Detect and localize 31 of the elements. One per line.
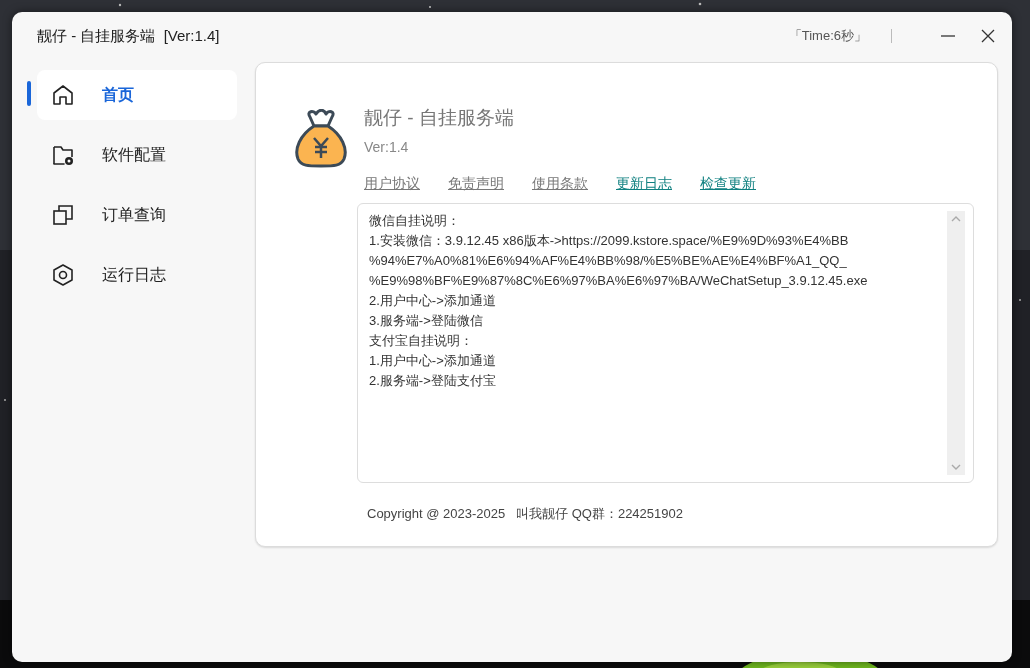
text-line: 微信自挂说明： [369,212,461,230]
copy-icon [51,203,75,227]
link[interactable]: 用户协议 [364,175,420,193]
text-line: %E9%98%BF%E9%87%8C%E6%97%BA%E6%97%BA/WeChatSetup_3.9.12.45.exe [369,272,869,290]
close-icon[interactable] [980,28,996,44]
text-line: 1.用户中心->添加通道 [369,352,497,370]
timer-label: 「Time:6秒」 [788,27,867,45]
version-label: Ver:1.4 [364,139,410,155]
text-line: 3.服务端->登陆微信 [369,312,484,330]
hexagon-icon [51,263,75,287]
sidebar-item[interactable]: 订单查询 [37,190,237,240]
link[interactable]: 检查更新 [700,175,756,193]
text-line: 1.安装微信：3.9.12.45 x86版本->https://2099.kstore.space/%E9%9D%93%E4%BB [369,232,850,250]
link[interactable]: 使用条款 [532,175,588,193]
copyright-text: Copyright @ 2023-2025 叫我靓仔 QQ群：224251902 [367,505,684,523]
selection-indicator [27,81,31,106]
text-line: 支付宝自挂说明： [369,332,474,350]
window-title: 靓仔 - 自挂服务端 [Ver:1.4] [37,26,221,46]
text-line: %94%E7%A0%81%E6%94%AF%E4%BB%98/%E5%BE%AE%E4%BF%A1_QQ_ [369,252,848,270]
link[interactable]: 免责声明 [448,175,504,193]
sidebar-item[interactable]: 软件配置 [37,130,237,180]
folder-gear-icon [51,143,75,167]
money-bag-icon [294,109,348,169]
sidebar-item[interactable]: 运行日志 [37,250,237,300]
sidebar-item[interactable]: 首页 [37,70,237,120]
notes-textarea[interactable] [357,203,974,483]
link[interactable]: 更新日志 [616,175,672,193]
text-line: 2.服务端->登陆支付宝 [369,372,497,390]
text-line: 2.用户中心->添加通道 [369,292,497,310]
home-icon [51,83,75,107]
app-name: 靓仔 - 自挂服务端 [364,106,515,130]
